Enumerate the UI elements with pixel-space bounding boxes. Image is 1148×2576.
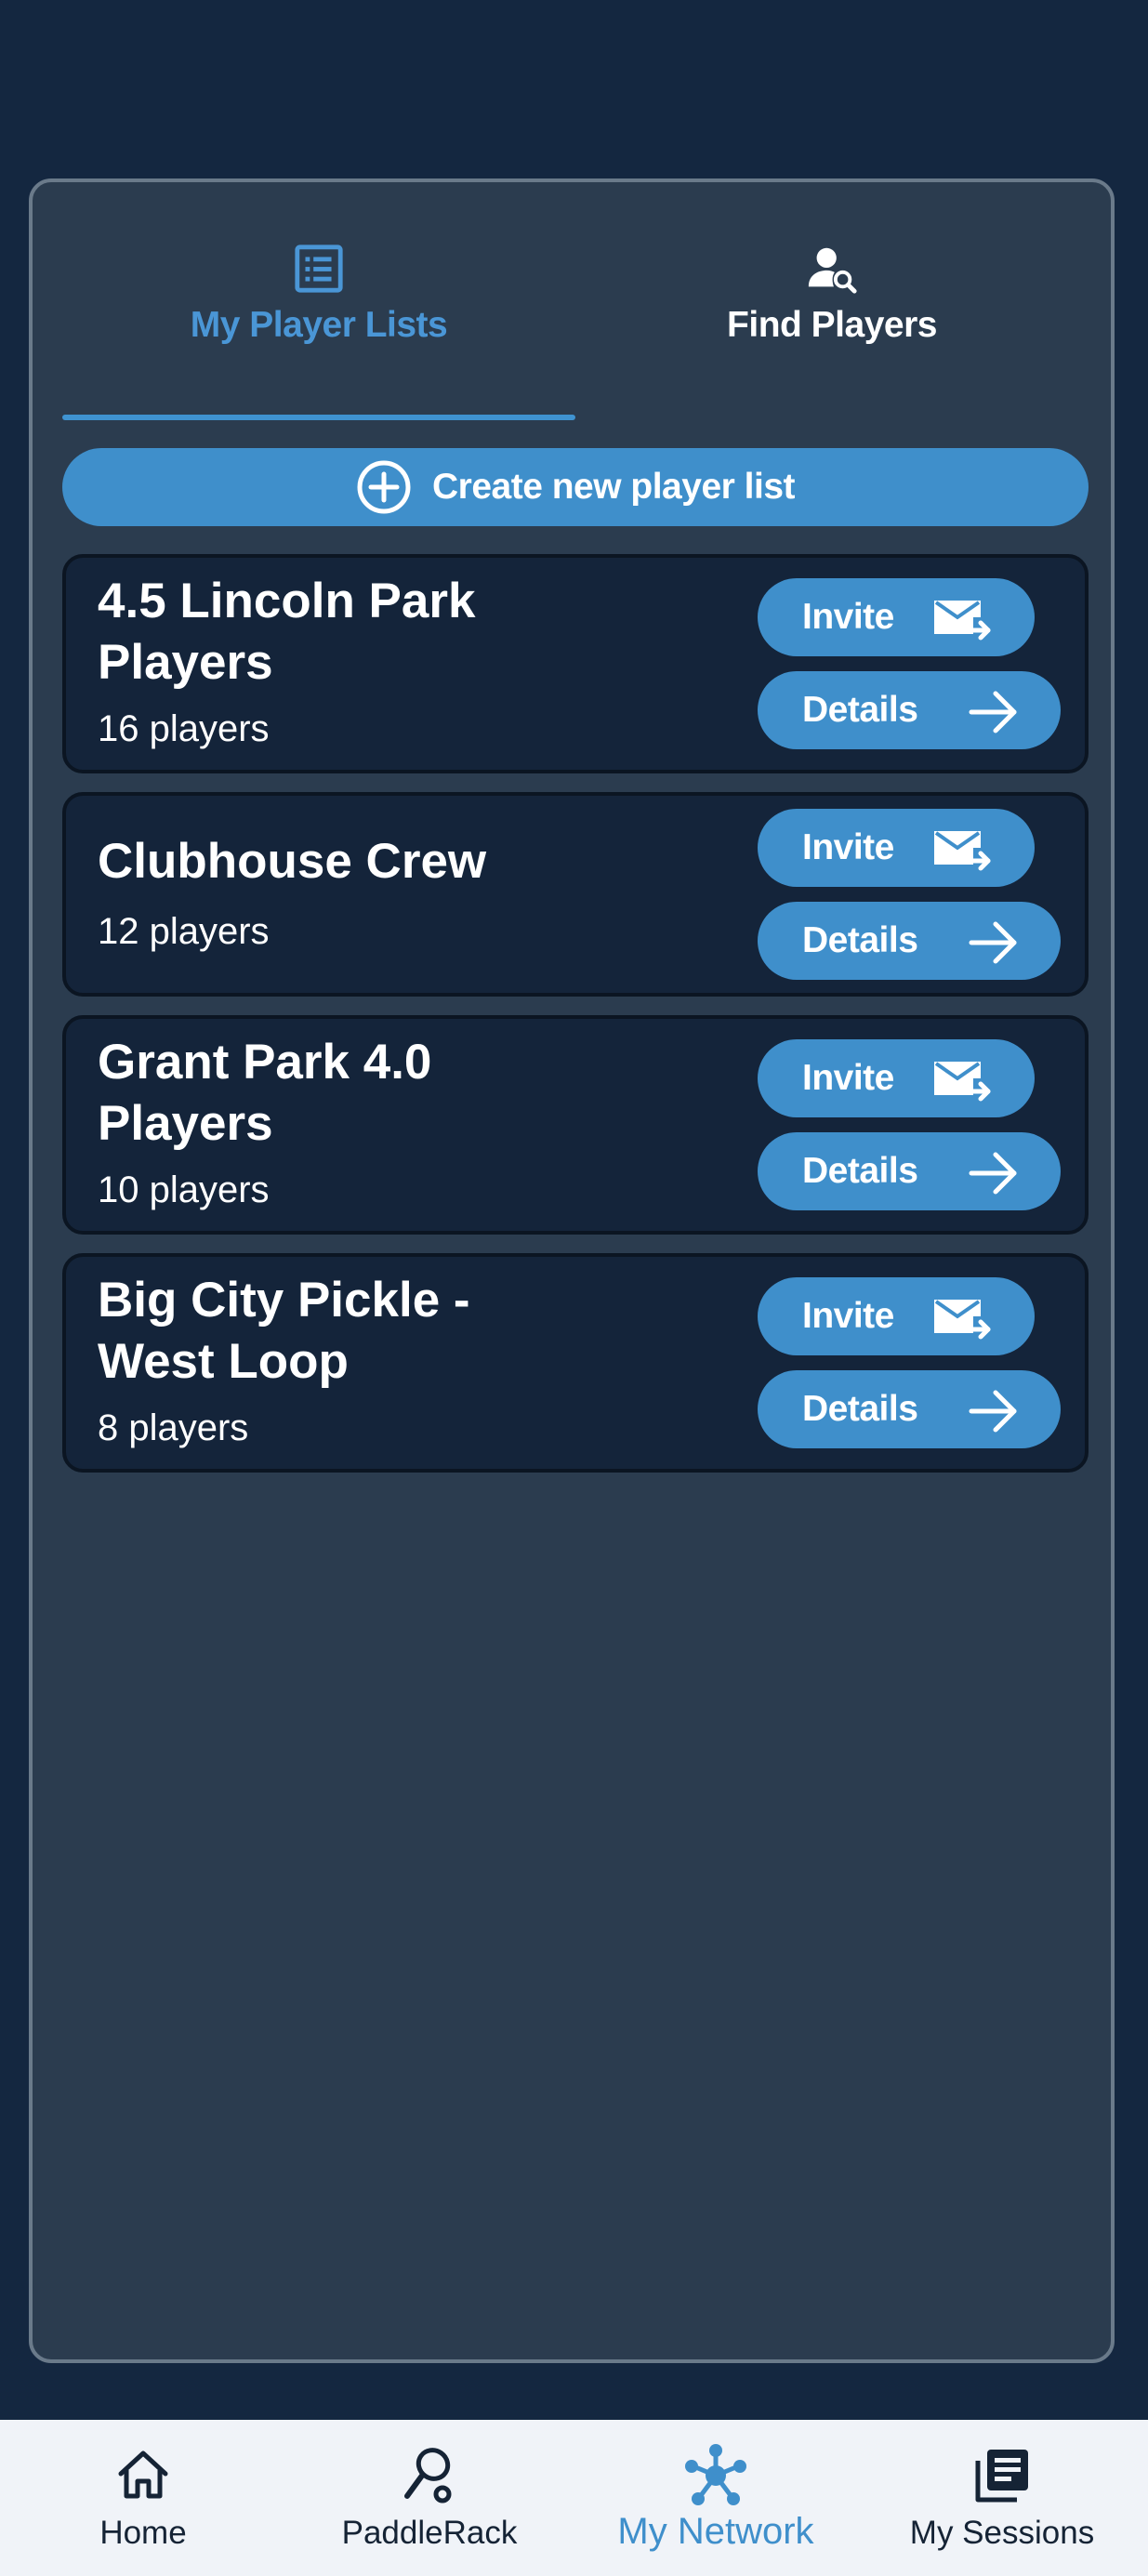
- nav-item-my-network[interactable]: My Network: [573, 2420, 859, 2576]
- player-list-name: Clubhouse Crew: [98, 834, 487, 889]
- active-tab-indicator: [62, 415, 575, 420]
- details-label: Details: [802, 1151, 918, 1191]
- tab-label: Find Players: [727, 305, 937, 345]
- paddle-icon: [404, 2448, 452, 2503]
- nav-label: PaddleRack: [341, 2515, 518, 2551]
- invite-button[interactable]: Invite: [758, 578, 1035, 656]
- details-button[interactable]: Details: [758, 1132, 1061, 1210]
- details-label: Details: [802, 1389, 918, 1429]
- player-list-name: Big City Pickle - West Loop: [98, 1273, 470, 1389]
- home-icon: [118, 2451, 168, 2499]
- arrow-right-icon: [969, 1390, 1017, 1433]
- tab-bar: My Player Lists Find Players: [62, 238, 1089, 346]
- invite-button[interactable]: Invite: [758, 1039, 1035, 1117]
- player-list-card: Grant Park 4.0 Players 10 players Invite…: [62, 1015, 1089, 1235]
- mail-forward-icon: [934, 1062, 991, 1102]
- player-list-card: Big City Pickle - West Loop 8 players In…: [62, 1253, 1089, 1473]
- nav-label: Home: [99, 2515, 187, 2551]
- details-button[interactable]: Details: [758, 902, 1061, 980]
- bottom-navigation: Home PaddleRack My Network My Sessions: [0, 2420, 1148, 2576]
- player-list-card: 4.5 Lincoln Park Players 16 players Invi…: [62, 554, 1089, 773]
- arrow-right-icon: [969, 1152, 1017, 1195]
- mail-forward-icon: [934, 831, 991, 871]
- nav-item-my-sessions[interactable]: My Sessions: [859, 2420, 1145, 2576]
- invite-button[interactable]: Invite: [758, 1277, 1035, 1355]
- player-list-name: 4.5 Lincoln Park Players: [98, 574, 476, 690]
- tab-find-players[interactable]: Find Players: [575, 238, 1089, 346]
- sessions-icon: [975, 2450, 1028, 2503]
- person-search-icon: [808, 247, 857, 294]
- player-count: 8 players: [98, 1407, 249, 1448]
- arrow-right-icon: [969, 691, 1017, 733]
- nav-label: My Sessions: [909, 2515, 1095, 2551]
- details-button[interactable]: Details: [758, 1370, 1061, 1448]
- create-button-label: Create new player list: [431, 467, 796, 507]
- arrow-right-icon: [969, 921, 1017, 964]
- nav-item-home[interactable]: Home: [0, 2420, 286, 2576]
- tab-my-player-lists[interactable]: My Player Lists: [62, 238, 575, 346]
- invite-button[interactable]: Invite: [758, 809, 1035, 887]
- details-button[interactable]: Details: [758, 671, 1061, 749]
- details-label: Details: [802, 920, 918, 960]
- list-icon: [295, 244, 343, 293]
- player-count: 12 players: [98, 911, 270, 952]
- details-label: Details: [802, 690, 918, 730]
- player-list-card: Clubhouse Crew 12 players Invite Details: [62, 792, 1089, 997]
- add-circle-icon: [357, 460, 411, 514]
- mail-forward-icon: [934, 1300, 991, 1340]
- player-lists-panel: My Player Lists Find Players Create new …: [29, 178, 1115, 2363]
- player-count: 10 players: [98, 1169, 270, 1210]
- nav-item-paddlerack[interactable]: PaddleRack: [286, 2420, 573, 2576]
- network-icon: [685, 2444, 746, 2505]
- player-list-name: Grant Park 4.0 Players: [98, 1035, 432, 1151]
- tab-label: My Player Lists: [190, 305, 448, 345]
- invite-label: Invite: [802, 1058, 894, 1098]
- player-count: 16 players: [98, 708, 270, 749]
- nav-label: My Network: [617, 2511, 814, 2552]
- invite-label: Invite: [802, 827, 894, 867]
- mail-forward-icon: [934, 601, 991, 641]
- invite-label: Invite: [802, 597, 894, 637]
- invite-label: Invite: [802, 1296, 894, 1336]
- create-player-list-button[interactable]: Create new player list: [62, 448, 1089, 526]
